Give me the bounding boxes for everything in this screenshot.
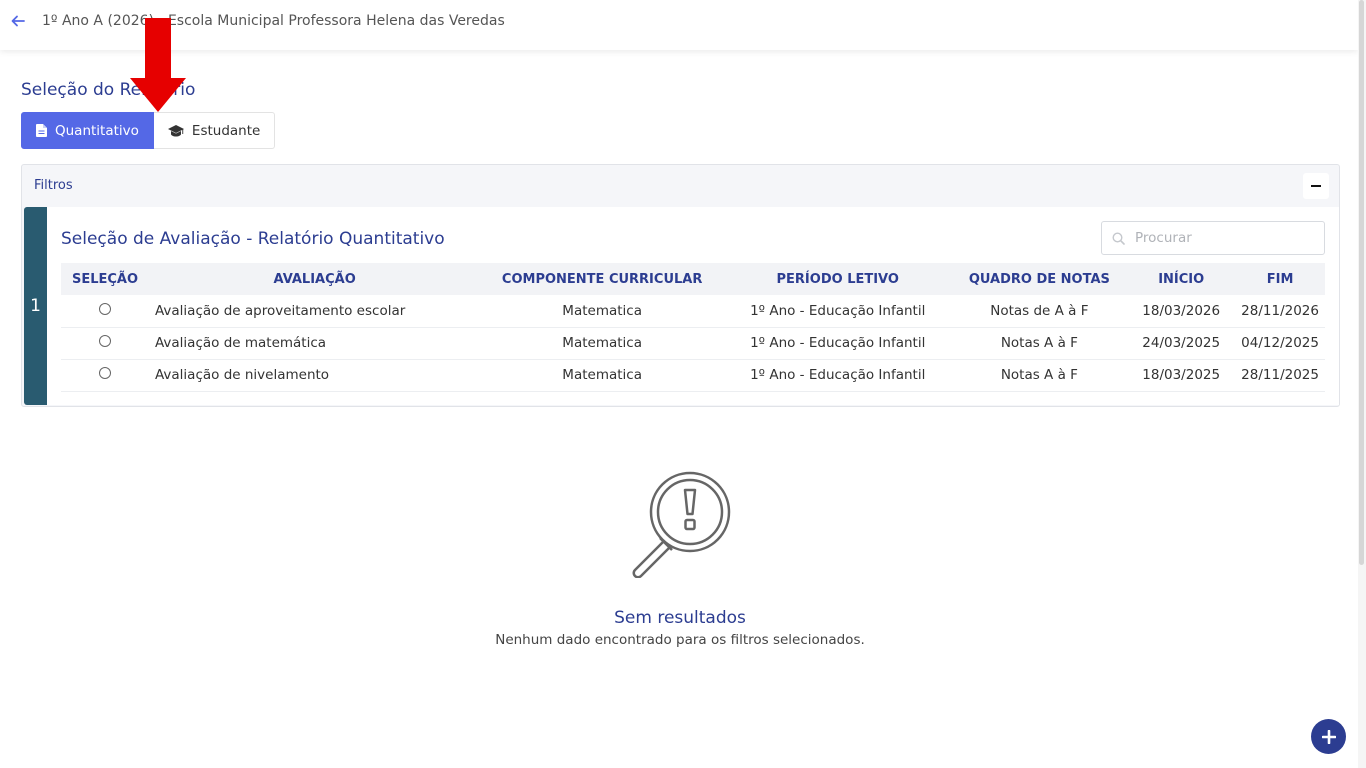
empty-state: Sem resultados Nenhum dado encontrado pa… xyxy=(0,470,1366,648)
inicio-cell: 24/03/2025 xyxy=(1127,327,1236,360)
avaliacao-cell: Avaliação de nivelamento xyxy=(148,359,481,392)
column-header-periodo: PERÍODO LETIVO xyxy=(723,263,952,295)
filters-panel: Filtros 1 Seleção de Avaliação - Relatór… xyxy=(21,164,1340,407)
column-header-quadro: QUADRO DE NOTAS xyxy=(951,263,1128,295)
top-bar: 1º Ano A (2026) - Escola Municipal Profe… xyxy=(0,0,1358,50)
card-title: Seleção de Avaliação - Relatório Quantit… xyxy=(61,229,445,249)
componente-cell: Matematica xyxy=(480,295,724,328)
quantitativo-button[interactable]: Quantitativo xyxy=(21,112,154,149)
table-row[interactable]: Avaliação de matemática Matematica 1º An… xyxy=(61,327,1325,360)
column-header-fim: FIM xyxy=(1235,263,1325,295)
selection-radio[interactable] xyxy=(98,302,111,315)
file-icon xyxy=(36,124,47,137)
add-floating-button[interactable] xyxy=(1311,719,1346,754)
column-header-inicio: INÍCIO xyxy=(1127,263,1236,295)
componente-cell: Matematica xyxy=(480,327,724,360)
annotation-arrow-icon xyxy=(130,18,186,112)
inicio-cell: 18/03/2025 xyxy=(1127,359,1236,392)
arrow-left-icon xyxy=(11,15,25,27)
step-indicator: 1 xyxy=(24,207,47,405)
fim-cell: 04/12/2025 xyxy=(1235,327,1325,360)
table-row[interactable]: Avaliação de nivelamento Matematica 1º A… xyxy=(61,359,1325,392)
column-header-selecao: SELEÇÃO xyxy=(61,263,149,295)
quadro-cell: Notas A à F xyxy=(951,327,1128,360)
selection-cell xyxy=(61,295,149,328)
selection-cell xyxy=(61,327,149,360)
search-field[interactable] xyxy=(1101,221,1325,255)
selection-radio[interactable] xyxy=(98,335,111,347)
fim-cell: 28/11/2026 xyxy=(1235,295,1325,328)
quantitativo-label: Quantitativo xyxy=(55,122,139,139)
periodo-cell: 1º Ano - Educação Infantil xyxy=(723,295,952,328)
estudante-button[interactable]: Estudante xyxy=(153,112,276,149)
page-scrollbar[interactable] xyxy=(1358,0,1366,768)
selection-radio[interactable] xyxy=(98,367,111,379)
avaliacao-cell: Avaliação de aproveitamento escolar xyxy=(148,295,481,328)
empty-state-title: Sem resultados xyxy=(614,608,746,628)
componente-cell: Matematica xyxy=(480,359,724,392)
estudante-label: Estudante xyxy=(191,122,261,139)
evaluation-selection-card: Seleção de Avaliação - Relatório Quantit… xyxy=(47,207,1339,405)
inicio-cell: 18/03/2026 xyxy=(1127,295,1236,328)
column-header-componente: COMPONENTE CURRICULAR xyxy=(480,263,724,295)
selection-cell xyxy=(61,359,149,392)
filters-title: Filtros xyxy=(34,178,73,193)
fim-cell: 28/11/2025 xyxy=(1235,359,1325,392)
search-icon xyxy=(1112,231,1125,245)
plus-icon xyxy=(1321,729,1336,744)
search-input[interactable] xyxy=(1135,230,1315,246)
graduation-cap-icon xyxy=(167,124,184,136)
empty-state-subtitle: Nenhum dado encontrado para os filtros s… xyxy=(495,632,865,648)
quadro-cell: Notas de A à F xyxy=(951,295,1128,328)
magnifier-alert-icon xyxy=(632,471,731,578)
quadro-cell: Notas A à F xyxy=(951,359,1128,392)
minus-icon xyxy=(1311,185,1321,187)
breadcrumb: 1º Ano A (2026) - Escola Municipal Profe… xyxy=(42,13,505,29)
periodo-cell: 1º Ano - Educação Infantil xyxy=(723,359,952,392)
back-button[interactable] xyxy=(10,13,26,29)
table-row[interactable]: Avaliação de aproveitamento escolar Mate… xyxy=(61,295,1325,328)
evaluations-table: SELEÇÃO AVALIAÇÃO COMPONENTE CURRICULAR … xyxy=(61,263,1325,392)
table-header-row: SELEÇÃO AVALIAÇÃO COMPONENTE CURRICULAR … xyxy=(61,263,1325,295)
periodo-cell: 1º Ano - Educação Infantil xyxy=(723,327,952,360)
avaliacao-cell: Avaliação de matemática xyxy=(148,327,481,360)
report-type-toggle: Quantitativo Estudante xyxy=(21,112,276,149)
collapse-filters-button[interactable] xyxy=(1303,173,1329,199)
column-header-avaliacao: AVALIAÇÃO xyxy=(148,263,481,295)
